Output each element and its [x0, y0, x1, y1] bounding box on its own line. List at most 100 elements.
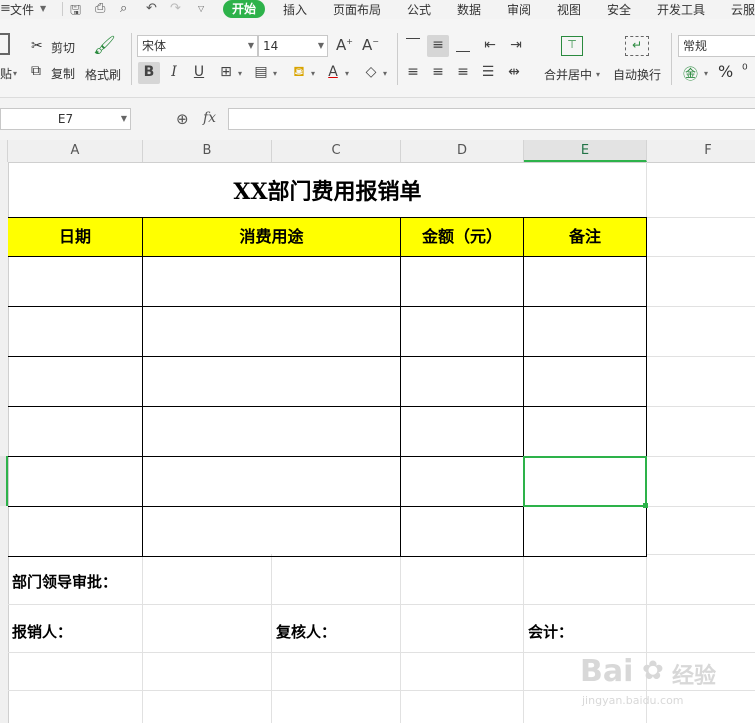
- fill-color-icon[interactable]: ⛾: [288, 62, 310, 84]
- chevron-down-icon[interactable]: ▾: [238, 69, 242, 78]
- spreadsheet-grid[interactable]: XX部门费用报销单 日期 消费用途 金额（元） 备注 部门领导审批： 报销人： …: [0, 162, 755, 723]
- tab-view[interactable]: 视图: [557, 1, 581, 18]
- font-name-select[interactable]: 宋体 ▼: [137, 35, 258, 57]
- wrap-text-button[interactable]: 自动换行: [613, 66, 661, 83]
- select-all-corner[interactable]: [0, 140, 8, 162]
- chevron-down-icon[interactable]: ▾: [345, 69, 349, 78]
- menu-file[interactable]: 文件: [10, 1, 34, 18]
- accountant-label[interactable]: 会计：: [528, 621, 573, 642]
- gridline: [647, 456, 755, 457]
- align-top-icon[interactable]: ⎺: [402, 35, 424, 57]
- chevron-down-icon[interactable]: ▾: [383, 69, 387, 78]
- chevron-down-icon[interactable]: ▾: [13, 69, 17, 78]
- font-size-value: 14: [263, 39, 279, 53]
- chevron-down-icon[interactable]: ▾: [704, 69, 708, 78]
- number-format-select[interactable]: 常规: [678, 35, 755, 57]
- copy-icon[interactable]: ⧉: [31, 63, 41, 79]
- column-header-f[interactable]: F: [647, 140, 755, 162]
- row-header-selected[interactable]: [0, 456, 8, 506]
- chevron-down-icon[interactable]: ▾: [311, 69, 315, 78]
- merge-center-button[interactable]: 合并居中: [544, 66, 592, 83]
- merge-center-icon[interactable]: ⊤: [561, 36, 583, 56]
- borders-icon[interactable]: ⊞: [215, 62, 237, 84]
- align-middle-icon[interactable]: ≡: [427, 35, 449, 57]
- align-center-icon[interactable]: ≡: [427, 62, 449, 84]
- column-header-c[interactable]: C: [272, 140, 401, 162]
- header-amount[interactable]: 金额（元）: [401, 218, 523, 256]
- zoom-search-icon[interactable]: ⊕: [176, 110, 189, 128]
- decrease-font-icon[interactable]: A−: [362, 36, 379, 54]
- cell-style-icon[interactable]: ▤: [250, 62, 272, 84]
- justify-icon[interactable]: ☰: [477, 62, 499, 84]
- column-header-e[interactable]: E: [524, 140, 647, 162]
- copy-button[interactable]: 复制: [51, 65, 75, 82]
- reviewer-label[interactable]: 复核人：: [276, 621, 336, 642]
- font-color-icon[interactable]: A: [322, 62, 344, 84]
- sheet-title: XX部门费用报销单: [233, 179, 422, 205]
- comma-style-icon[interactable]: ⁰: [742, 62, 748, 78]
- currency-icon[interactable]: ㊎: [683, 63, 698, 84]
- print-preview-icon[interactable]: ⌕: [120, 1, 127, 16]
- chevron-down-icon[interactable]: ▼: [40, 4, 46, 13]
- font-size-select[interactable]: 14 ▼: [258, 35, 328, 57]
- column-header-a[interactable]: A: [8, 140, 143, 162]
- cell-ref-value: E7: [57, 112, 74, 126]
- percent-button[interactable]: %: [718, 62, 733, 81]
- tab-data[interactable]: 数据: [457, 1, 481, 18]
- decrease-indent-icon[interactable]: ⇤: [479, 35, 501, 57]
- chevron-down-icon[interactable]: ▾: [596, 70, 600, 79]
- redo-icon[interactable]: ↷: [170, 1, 181, 16]
- selected-cell[interactable]: [523, 456, 647, 507]
- align-left-icon[interactable]: ≡: [402, 62, 424, 84]
- print-icon[interactable]: ⎙: [95, 1, 105, 16]
- scissors-icon[interactable]: ✂: [31, 38, 43, 54]
- quick-access-more-icon[interactable]: ▽: [198, 4, 204, 13]
- column-header-b[interactable]: B: [143, 140, 272, 162]
- divider: [397, 33, 398, 85]
- align-right-icon[interactable]: ≡: [452, 62, 474, 84]
- table-border: [8, 356, 647, 357]
- gridline: [647, 356, 755, 357]
- format-painter-icon[interactable]: 🖌: [93, 35, 116, 56]
- increase-indent-icon[interactable]: ⇥: [505, 35, 527, 57]
- bold-button[interactable]: B: [138, 62, 160, 84]
- cut-button[interactable]: 剪切: [51, 39, 75, 56]
- gridline: [647, 217, 755, 218]
- paste-label[interactable]: 贴: [0, 65, 12, 82]
- reimburser-label[interactable]: 报销人：: [12, 621, 72, 642]
- tab-developer[interactable]: 开发工具: [657, 1, 705, 18]
- distributed-icon[interactable]: ⇹: [503, 62, 525, 84]
- tab-formula[interactable]: 公式: [407, 1, 431, 18]
- tab-security[interactable]: 安全: [607, 1, 631, 18]
- undo-icon[interactable]: ↶: [146, 1, 157, 16]
- tab-cloud[interactable]: 云服: [731, 1, 755, 18]
- increase-font-icon[interactable]: A+: [336, 36, 353, 54]
- italic-button[interactable]: I: [163, 62, 185, 84]
- clear-format-icon[interactable]: ◇: [360, 62, 382, 84]
- formula-bar: E7 ▼ ⊕ fx: [0, 98, 755, 141]
- paste-icon[interactable]: [0, 33, 10, 55]
- gridline: [8, 604, 755, 605]
- tab-insert[interactable]: 插入: [283, 1, 307, 18]
- approval-label[interactable]: 部门领导审批：: [12, 571, 117, 592]
- name-box[interactable]: E7 ▼: [0, 108, 131, 130]
- gridline: [647, 306, 755, 307]
- watermark-url: jingyan.baidu.com: [582, 694, 684, 707]
- chevron-down-icon: ▼: [317, 41, 324, 50]
- format-painter-button[interactable]: 格式刷: [85, 66, 121, 83]
- header-purpose[interactable]: 消费用途: [143, 218, 400, 256]
- formula-input[interactable]: [228, 108, 755, 130]
- tab-review[interactable]: 审阅: [507, 1, 531, 18]
- header-date[interactable]: 日期: [8, 218, 142, 256]
- wrap-text-icon[interactable]: ↵: [625, 36, 649, 56]
- chevron-down-icon[interactable]: ▾: [273, 69, 277, 78]
- align-bottom-icon[interactable]: ⎽: [452, 35, 474, 57]
- table-border: [8, 306, 647, 307]
- underline-button[interactable]: U: [188, 62, 210, 84]
- fx-button[interactable]: fx: [203, 110, 216, 126]
- tab-page-layout[interactable]: 页面布局: [333, 1, 381, 18]
- fill-handle[interactable]: [643, 503, 648, 508]
- column-header-d[interactable]: D: [401, 140, 524, 162]
- header-remarks[interactable]: 备注: [524, 218, 646, 256]
- tab-home[interactable]: 开始: [223, 0, 266, 18]
